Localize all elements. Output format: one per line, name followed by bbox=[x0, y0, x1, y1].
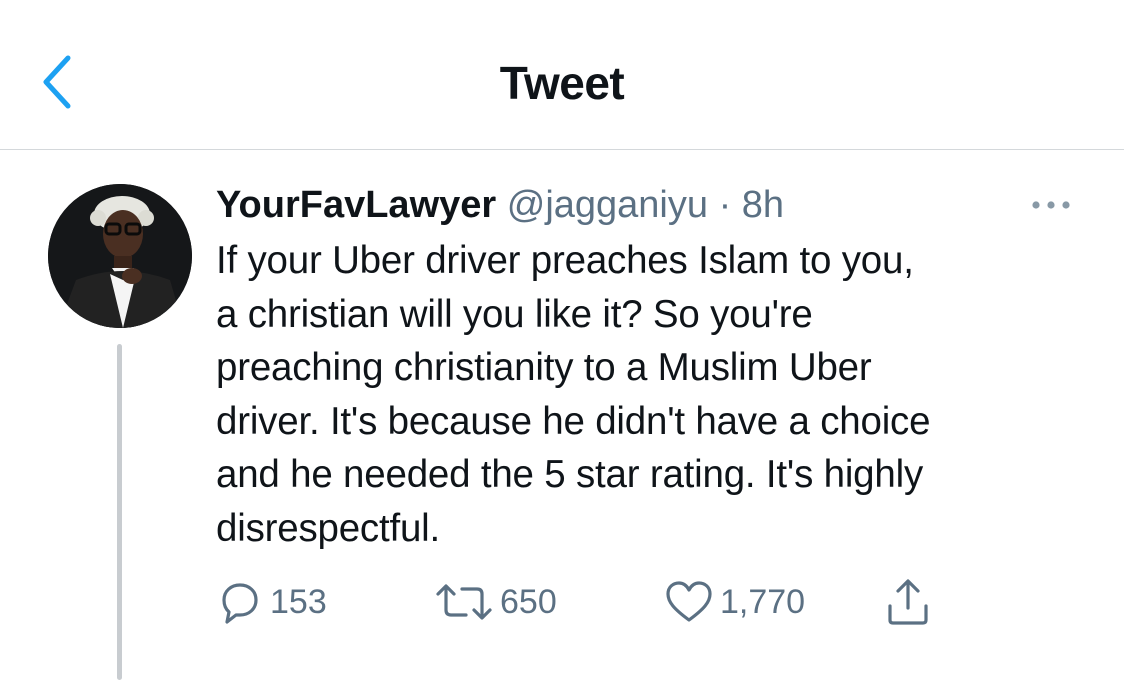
share-button[interactable] bbox=[884, 576, 932, 628]
retweet-button[interactable]: 650 bbox=[434, 576, 557, 628]
user-handle[interactable]: @jagganiyu bbox=[507, 184, 708, 226]
reply-count: 153 bbox=[270, 582, 327, 621]
more-horizontal-icon bbox=[1032, 201, 1070, 209]
thread-line bbox=[117, 344, 122, 680]
tweet-header: YourFavLawyer @jagganiyu · 8h bbox=[216, 180, 784, 230]
heart-icon bbox=[666, 581, 712, 622]
like-count: 1,770 bbox=[720, 582, 806, 621]
separator: · bbox=[718, 184, 732, 226]
tweet-actions: 153 650 1,770 bbox=[216, 576, 976, 628]
retweet-count: 650 bbox=[500, 582, 557, 621]
more-options-button[interactable] bbox=[1026, 190, 1076, 220]
tweet-text: If your Uber driver preaches Islam to yo… bbox=[216, 239, 931, 550]
page-title: Tweet bbox=[499, 57, 625, 109]
display-name[interactable]: YourFavLawyer bbox=[216, 184, 496, 226]
avatar[interactable] bbox=[48, 184, 192, 328]
like-button[interactable]: 1,770 bbox=[664, 576, 805, 628]
retweet-icon bbox=[436, 584, 492, 620]
share-icon bbox=[888, 579, 928, 625]
avatar-image bbox=[48, 184, 192, 328]
reply-button[interactable]: 153 bbox=[216, 576, 327, 628]
top-bar: Tweet bbox=[0, 0, 1124, 150]
timestamp[interactable]: 8h bbox=[742, 184, 784, 226]
reply-bubble-icon bbox=[222, 583, 258, 624]
